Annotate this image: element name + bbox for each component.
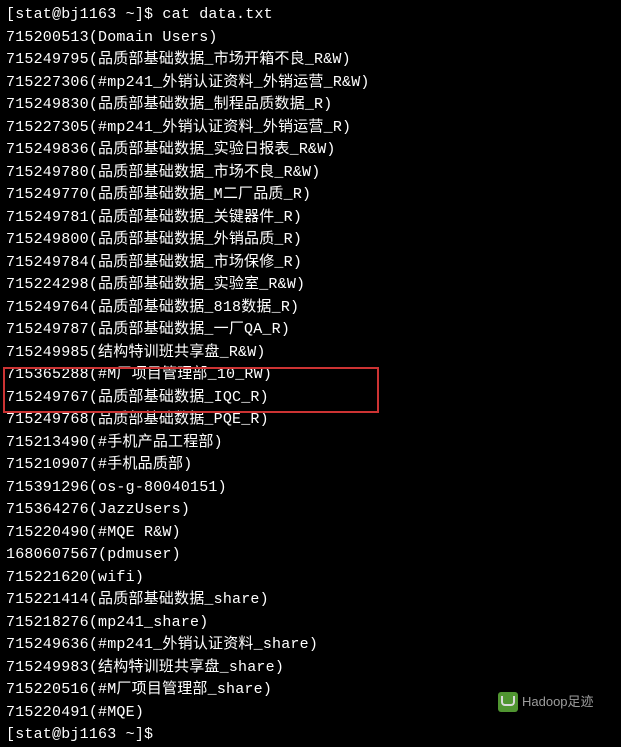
terminal-line: [stat@bj1163 ~]$ — [6, 724, 615, 747]
terminal-line: [stat@bj1163 ~]$ cat data.txt — [6, 4, 615, 27]
terminal-line: 715220490(#MQE R&W) — [6, 522, 615, 545]
terminal-line: 715213490(#手机产品工程部) — [6, 432, 615, 455]
terminal-line: 715249767(品质部基础数据_IQC_R) — [6, 387, 615, 410]
terminal-output: [stat@bj1163 ~]$ cat data.txt715200513(D… — [6, 4, 615, 747]
wechat-icon — [498, 692, 518, 712]
terminal-line: 715210907(#手机品质部) — [6, 454, 615, 477]
terminal-line: 715227305(#mp241_外销认证资料_外销运营_R) — [6, 117, 615, 140]
terminal-line: 715221414(品质部基础数据_share) — [6, 589, 615, 612]
terminal-line: 715249764(品质部基础数据_818数据_R) — [6, 297, 615, 320]
terminal-line: 715224298(品质部基础数据_实验室_R&W) — [6, 274, 615, 297]
terminal-line: 715218276(mp241_share) — [6, 612, 615, 635]
terminal-line: 715221620(wifi) — [6, 567, 615, 590]
terminal-line: 715249795(品质部基础数据_市场开箱不良_R&W) — [6, 49, 615, 72]
terminal-line: 715249985(结构特训班共享盘_R&W) — [6, 342, 615, 365]
terminal-line: 715249636(#mp241_外销认证资料_share) — [6, 634, 615, 657]
terminal-line: 715200513(Domain Users) — [6, 27, 615, 50]
terminal-line: 715249784(品质部基础数据_市场保修_R) — [6, 252, 615, 275]
watermark: Hadoop足迹 — [498, 692, 594, 712]
terminal-line: 715249983(结构特训班共享盘_share) — [6, 657, 615, 680]
terminal-line: 715227306(#mp241_外销认证资料_外销运营_R&W) — [6, 72, 615, 95]
watermark-text: Hadoop足迹 — [522, 692, 594, 712]
terminal-line: 715249830(品质部基础数据_制程品质数据_R) — [6, 94, 615, 117]
terminal-line: 715249780(品质部基础数据_市场不良_R&W) — [6, 162, 615, 185]
terminal-line: 715249800(品质部基础数据_外销品质_R) — [6, 229, 615, 252]
terminal-line: 715249770(品质部基础数据_M二厂品质_R) — [6, 184, 615, 207]
terminal-line: 715249768(品质部基础数据_PQE_R) — [6, 409, 615, 432]
terminal-line: 715249836(品质部基础数据_实验日报表_R&W) — [6, 139, 615, 162]
terminal-line: 715365288(#M厂项目管理部_10_RW) — [6, 364, 615, 387]
terminal-line: 1680607567(pdmuser) — [6, 544, 615, 567]
terminal-line: 715249787(品质部基础数据_一厂QA_R) — [6, 319, 615, 342]
terminal-line: 715391296(os-g-80040151) — [6, 477, 615, 500]
terminal-line: 715249781(品质部基础数据_关键器件_R) — [6, 207, 615, 230]
terminal-line: 715364276(JazzUsers) — [6, 499, 615, 522]
